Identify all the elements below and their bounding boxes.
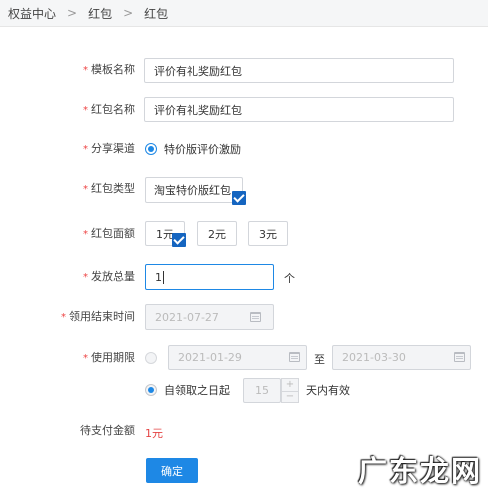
claim-end-label: * 领用结束时间 [61, 310, 135, 323]
submit-button[interactable]: 确定 [146, 458, 198, 483]
pay-amount-label: 待支付金额 [80, 424, 135, 437]
usage-days-stepper[interactable]: + − [281, 378, 299, 403]
amount-option-2[interactable]: 2元 [197, 221, 237, 246]
text-caret [163, 270, 164, 284]
breadcrumb-item-rights-center[interactable]: 权益中心 [8, 5, 56, 22]
usage-range-separator: 至 [314, 353, 325, 366]
breadcrumb-item-redpacket[interactable]: 红包 [88, 5, 112, 22]
share-channel-label: * 分享渠道 [83, 142, 135, 155]
total-unit: 个 [284, 272, 295, 285]
usage-start-date-input[interactable]: 2021-01-29 [168, 345, 307, 370]
usage-days-input[interactable]: 15 [243, 378, 281, 403]
redpacket-name-label: * 红包名称 [83, 103, 135, 116]
usage-relative-prefix: 自领取之日起 [164, 384, 230, 397]
breadcrumb: 权益中心 > 红包 > 红包 [0, 0, 488, 27]
total-input[interactable]: 1 [145, 264, 274, 290]
share-channel-option-label: 特价版评价激励 [164, 143, 241, 156]
total-label: * 发放总量 [83, 270, 135, 283]
breadcrumb-separator: > [67, 6, 78, 20]
redpacket-type-option[interactable]: 淘宝特价版红包 [145, 177, 243, 203]
template-name-label: * 模板名称 [83, 63, 135, 76]
amount-option-3[interactable]: 3元 [248, 221, 288, 246]
calendar-icon[interactable] [289, 352, 300, 362]
pay-amount-value: 1元 [145, 427, 163, 440]
redpacket-type-label: * 红包类型 [83, 182, 135, 195]
share-channel-radio[interactable] [145, 143, 157, 155]
redpacket-type-check-icon [232, 191, 246, 205]
calendar-icon[interactable] [454, 352, 465, 362]
usage-end-date-input[interactable]: 2021-03-30 [332, 345, 471, 370]
stepper-minus-icon[interactable]: − [282, 391, 298, 402]
usage-relative-radio[interactable] [145, 384, 157, 396]
template-name-input[interactable]: 评价有礼奖励红包 [144, 58, 454, 83]
usage-relative-suffix: 天内有效 [306, 384, 350, 397]
calendar-icon[interactable] [250, 312, 261, 322]
watermark: 广东龙网 [357, 454, 482, 488]
amount-label: * 红包面额 [83, 227, 135, 240]
amount-check-icon [172, 233, 186, 247]
usage-fixed-range-radio[interactable] [145, 352, 157, 364]
usage-period-label: * 使用期限 [83, 351, 135, 364]
breadcrumb-separator: > [123, 6, 134, 20]
breadcrumb-item-current: 红包 [144, 6, 169, 21]
redpacket-name-input[interactable]: 评价有礼奖励红包 [144, 97, 454, 122]
